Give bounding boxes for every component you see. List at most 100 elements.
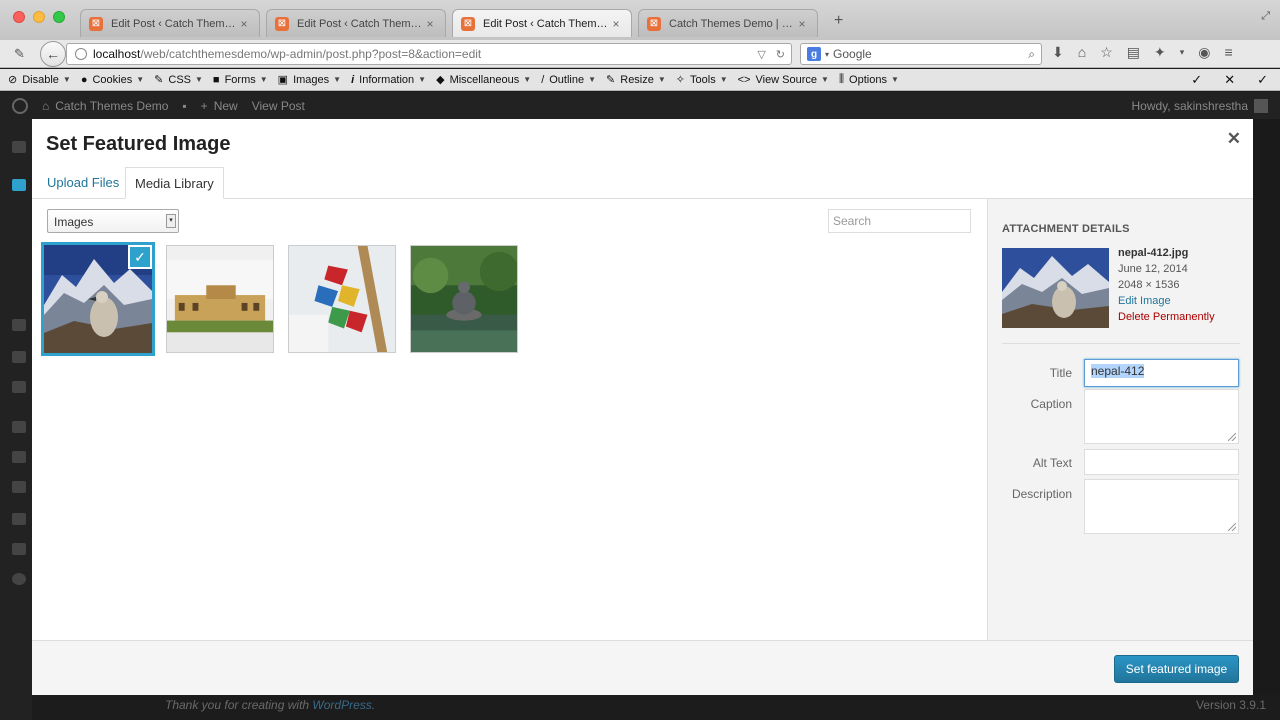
star-icon[interactable]: ☆ xyxy=(1100,44,1113,61)
download-icon[interactable]: ⬇ xyxy=(1052,44,1064,61)
comments-icon[interactable] xyxy=(12,381,26,393)
media-search-input[interactable] xyxy=(828,209,971,233)
tab-title: Edit Post ‹ Catch Themes ... xyxy=(111,17,237,30)
attachments-grid: ✓ xyxy=(41,242,518,356)
browser-tab[interactable]: ⊠ Edit Post ‹ Catch Themes ... × xyxy=(266,9,446,37)
new-tab-icon[interactable]: + xyxy=(834,12,843,30)
appearance-icon[interactable] xyxy=(12,421,26,433)
alt-text-label: Alt Text xyxy=(1032,456,1072,470)
dev-images-menu[interactable]: ▣ Images ▼ xyxy=(278,73,341,87)
caption-field[interactable] xyxy=(1084,389,1239,444)
edit-image-link[interactable]: Edit Image xyxy=(1118,293,1215,309)
new-content-link[interactable]: New xyxy=(214,99,238,113)
dev-outline-menu[interactable]: / Outline ▼ xyxy=(541,74,596,86)
extension-icon[interactable]: ✦ xyxy=(1154,44,1166,61)
plugins-icon[interactable] xyxy=(12,451,26,463)
view-post-link[interactable]: View Post xyxy=(252,99,305,113)
caret-down-icon: ▼ xyxy=(821,75,829,84)
attachment-thumbnail-selected[interactable]: ✓ xyxy=(41,242,155,356)
dev-tools-menu[interactable]: ✧ Tools ▼ xyxy=(676,73,728,87)
modal-close-icon[interactable]: ✕ xyxy=(1227,129,1241,149)
set-featured-image-button[interactable]: Set featured image xyxy=(1114,655,1239,683)
tab-media-library[interactable]: Media Library xyxy=(125,167,224,199)
settings-icon[interactable] xyxy=(12,543,26,555)
title-field[interactable]: nepal-412 xyxy=(1084,359,1239,387)
media-type-filter[interactable]: Images ▾ xyxy=(47,209,179,233)
resize-grip-icon[interactable] xyxy=(1228,433,1236,441)
checkmark-icon[interactable]: ✓ xyxy=(1257,72,1268,88)
dev-miscellaneous-menu[interactable]: ◆ Miscellaneous ▼ xyxy=(436,73,531,87)
browser-tab[interactable]: ⊠ Catch Themes Demo | Jus... × xyxy=(638,9,818,37)
search-bar[interactable]: g ▾ Google ⌕ xyxy=(800,43,1042,65)
tools-icon[interactable] xyxy=(12,513,26,525)
comment-icon[interactable]: ▪ xyxy=(182,99,186,113)
home-icon[interactable]: ⌂ xyxy=(1078,44,1086,61)
url-host: localhost xyxy=(93,47,141,61)
url-bar[interactable]: localhost /web/catchthemesdemo/wp-admin/… xyxy=(66,43,792,65)
zoom-window-button[interactable] xyxy=(53,11,65,23)
wp-footer: Thank you for creating with WordPress. V… xyxy=(32,695,1280,720)
tab-close-icon[interactable]: × xyxy=(237,17,251,31)
dev-view-source-menu[interactable]: <> View Source ▼ xyxy=(738,74,829,86)
dev-css-menu[interactable]: ✎ CSS ▼ xyxy=(154,73,203,87)
tab-upload-files[interactable]: Upload Files xyxy=(38,167,128,199)
wordpress-link[interactable]: WordPress xyxy=(312,698,371,712)
minimize-window-button[interactable] xyxy=(33,11,45,23)
bookmark-dropdown-icon[interactable]: ▽ xyxy=(757,48,765,61)
mountain-bird-image xyxy=(1002,248,1109,328)
close-window-button[interactable] xyxy=(13,11,25,23)
attachment-thumbnail[interactable] xyxy=(166,245,274,353)
collapse-menu-icon[interactable] xyxy=(12,573,26,585)
info-icon: i xyxy=(351,73,355,86)
google-icon[interactable]: g xyxy=(807,47,821,61)
tab-close-icon[interactable]: × xyxy=(795,17,809,31)
resize-grip-icon[interactable] xyxy=(1228,523,1236,531)
addon-circle-icon[interactable]: ◉ xyxy=(1198,44,1210,61)
dev-disable-menu[interactable]: ⊘ Disable ▼ xyxy=(8,73,71,87)
close-icon[interactable]: ✕ xyxy=(1224,72,1235,88)
selected-check-icon[interactable]: ✓ xyxy=(128,245,152,269)
site-name-link[interactable]: Catch Themes Demo xyxy=(55,99,168,113)
dev-forms-menu[interactable]: ■ Forms ▼ xyxy=(213,74,268,86)
browser-tab-active[interactable]: ⊠ Edit Post ‹ Catch Themes ... × xyxy=(452,9,632,37)
howdy-user[interactable]: Howdy, sakinshrestha xyxy=(1132,99,1249,113)
pages-icon[interactable] xyxy=(12,351,26,363)
fullscreen-icon[interactable]: ⤢ xyxy=(1261,10,1270,23)
checkmark-icon[interactable]: ✓ xyxy=(1191,72,1202,88)
tab-title: Catch Themes Demo | Jus... xyxy=(669,17,795,30)
posts-pin-icon[interactable] xyxy=(12,179,26,191)
menu-icon[interactable]: ≡ xyxy=(1224,44,1232,61)
tools-wrench-icon[interactable]: ✎ xyxy=(14,46,25,62)
tab-close-icon[interactable]: × xyxy=(609,17,623,31)
users-icon[interactable] xyxy=(12,481,26,493)
dev-options-menu[interactable]: ⫼ Options ▼ xyxy=(839,73,899,86)
dev-resize-menu[interactable]: ✎ Resize ▼ xyxy=(606,73,666,87)
back-button[interactable]: ← xyxy=(40,41,66,67)
magnifier-icon[interactable]: ⌕ xyxy=(1028,47,1035,62)
attachment-date: June 12, 2014 xyxy=(1118,263,1188,275)
dev-menu-label: Cookies xyxy=(92,73,133,86)
catch-themes-favicon-icon: ⊠ xyxy=(647,16,661,31)
dashboard-icon[interactable] xyxy=(12,141,26,153)
browser-tab[interactable]: ⊠ Edit Post ‹ Catch Themes ... × xyxy=(80,9,260,37)
tab-close-icon[interactable]: × xyxy=(423,17,437,31)
chevron-down-icon[interactable]: ▾ xyxy=(1180,44,1185,61)
description-field[interactable] xyxy=(1084,479,1239,534)
delete-permanently-link[interactable]: Delete Permanently xyxy=(1118,309,1215,325)
filter-selected-value: Images xyxy=(54,215,94,229)
avatar xyxy=(1254,98,1268,113)
clipboard-icon[interactable]: ▤ xyxy=(1127,44,1140,61)
attachment-thumbnail[interactable] xyxy=(288,245,396,353)
attachment-meta: nepal-412.jpg June 12, 2014 2048 × 1536 … xyxy=(1118,245,1215,325)
media-toolbar: Set featured image xyxy=(32,640,1253,695)
caret-down-icon: ▼ xyxy=(657,75,666,84)
media-icon[interactable] xyxy=(12,319,26,331)
reload-icon[interactable]: ↻ xyxy=(776,48,785,61)
alt-text-field[interactable] xyxy=(1084,449,1239,475)
dev-information-menu[interactable]: i Information ▼ xyxy=(351,74,426,86)
wordpress-logo-icon[interactable] xyxy=(12,97,28,114)
dev-cookies-menu[interactable]: ● Cookies ▼ xyxy=(81,74,144,86)
prayer-flags-image xyxy=(289,246,395,352)
attachment-thumbnail[interactable] xyxy=(410,245,518,353)
caret-down-icon: ▼ xyxy=(418,75,427,84)
